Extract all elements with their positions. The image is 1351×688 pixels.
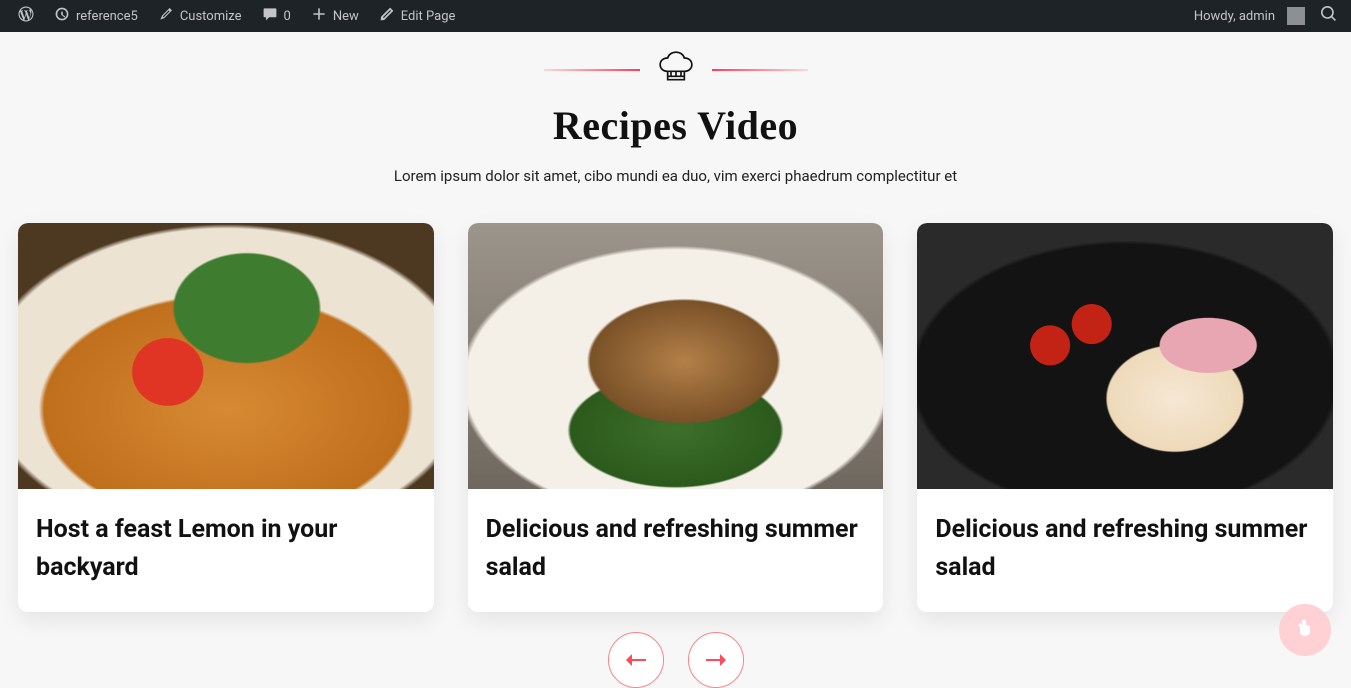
- recipe-image: [917, 223, 1333, 489]
- arrow-right-icon: [706, 651, 726, 670]
- recipe-card[interactable]: Host a feast Lemon in your backyard: [18, 223, 434, 612]
- search-icon: [1321, 6, 1337, 26]
- plus-icon: [311, 6, 327, 26]
- section-title: Recipes Video: [0, 102, 1351, 149]
- avatar: [1287, 7, 1305, 25]
- recipe-title: Host a feast Lemon in your backyard: [18, 489, 434, 612]
- carousel-prev-button[interactable]: [608, 632, 664, 688]
- carousel-next-button[interactable]: [688, 632, 744, 688]
- comments-count: 0: [284, 9, 291, 24]
- new-label: New: [333, 9, 359, 24]
- wordpress-icon: [18, 6, 34, 26]
- wp-admin-bar: reference5 Customize 0 New Edit Page: [0, 0, 1351, 32]
- recipe-title: Delicious and refreshing summer salad: [917, 489, 1333, 612]
- section-subtitle: Lorem ipsum dolor sit amet, cibo mundi e…: [0, 167, 1351, 185]
- comment-icon: [262, 6, 278, 26]
- site-name: reference5: [76, 9, 138, 24]
- scroll-top-button[interactable]: [1279, 604, 1331, 656]
- brush-icon: [158, 6, 174, 26]
- recipe-image: [18, 223, 434, 489]
- comments-link[interactable]: 0: [252, 0, 301, 32]
- recipe-image: [468, 223, 884, 489]
- dashboard-icon: [54, 6, 70, 26]
- search-toggle[interactable]: [1315, 0, 1343, 32]
- edit-page-label: Edit Page: [401, 9, 456, 24]
- howdy-text: Howdy, admin: [1194, 9, 1275, 24]
- recipe-carousel: Host a feast Lemon in your backyard Deli…: [0, 223, 1351, 612]
- section-divider: [0, 48, 1351, 92]
- pointer-up-icon: [1295, 618, 1315, 642]
- new-link[interactable]: New: [301, 0, 369, 32]
- site-link[interactable]: reference5: [44, 0, 148, 32]
- divider-line-left: [544, 69, 640, 72]
- customize-label: Customize: [180, 9, 242, 24]
- arrow-left-icon: [626, 651, 646, 670]
- customize-link[interactable]: Customize: [148, 0, 252, 32]
- carousel-nav: [0, 632, 1351, 688]
- pencil-icon: [379, 6, 395, 26]
- chef-hat-icon: [656, 48, 696, 92]
- recipe-title: Delicious and refreshing summer salad: [468, 489, 884, 612]
- account-link[interactable]: Howdy, admin: [1184, 0, 1315, 32]
- divider-line-right: [712, 69, 808, 72]
- recipe-card[interactable]: Delicious and refreshing summer salad: [468, 223, 884, 612]
- wp-logo-menu[interactable]: [8, 0, 44, 32]
- recipe-card[interactable]: Delicious and refreshing summer salad: [917, 223, 1333, 612]
- edit-page-link[interactable]: Edit Page: [369, 0, 466, 32]
